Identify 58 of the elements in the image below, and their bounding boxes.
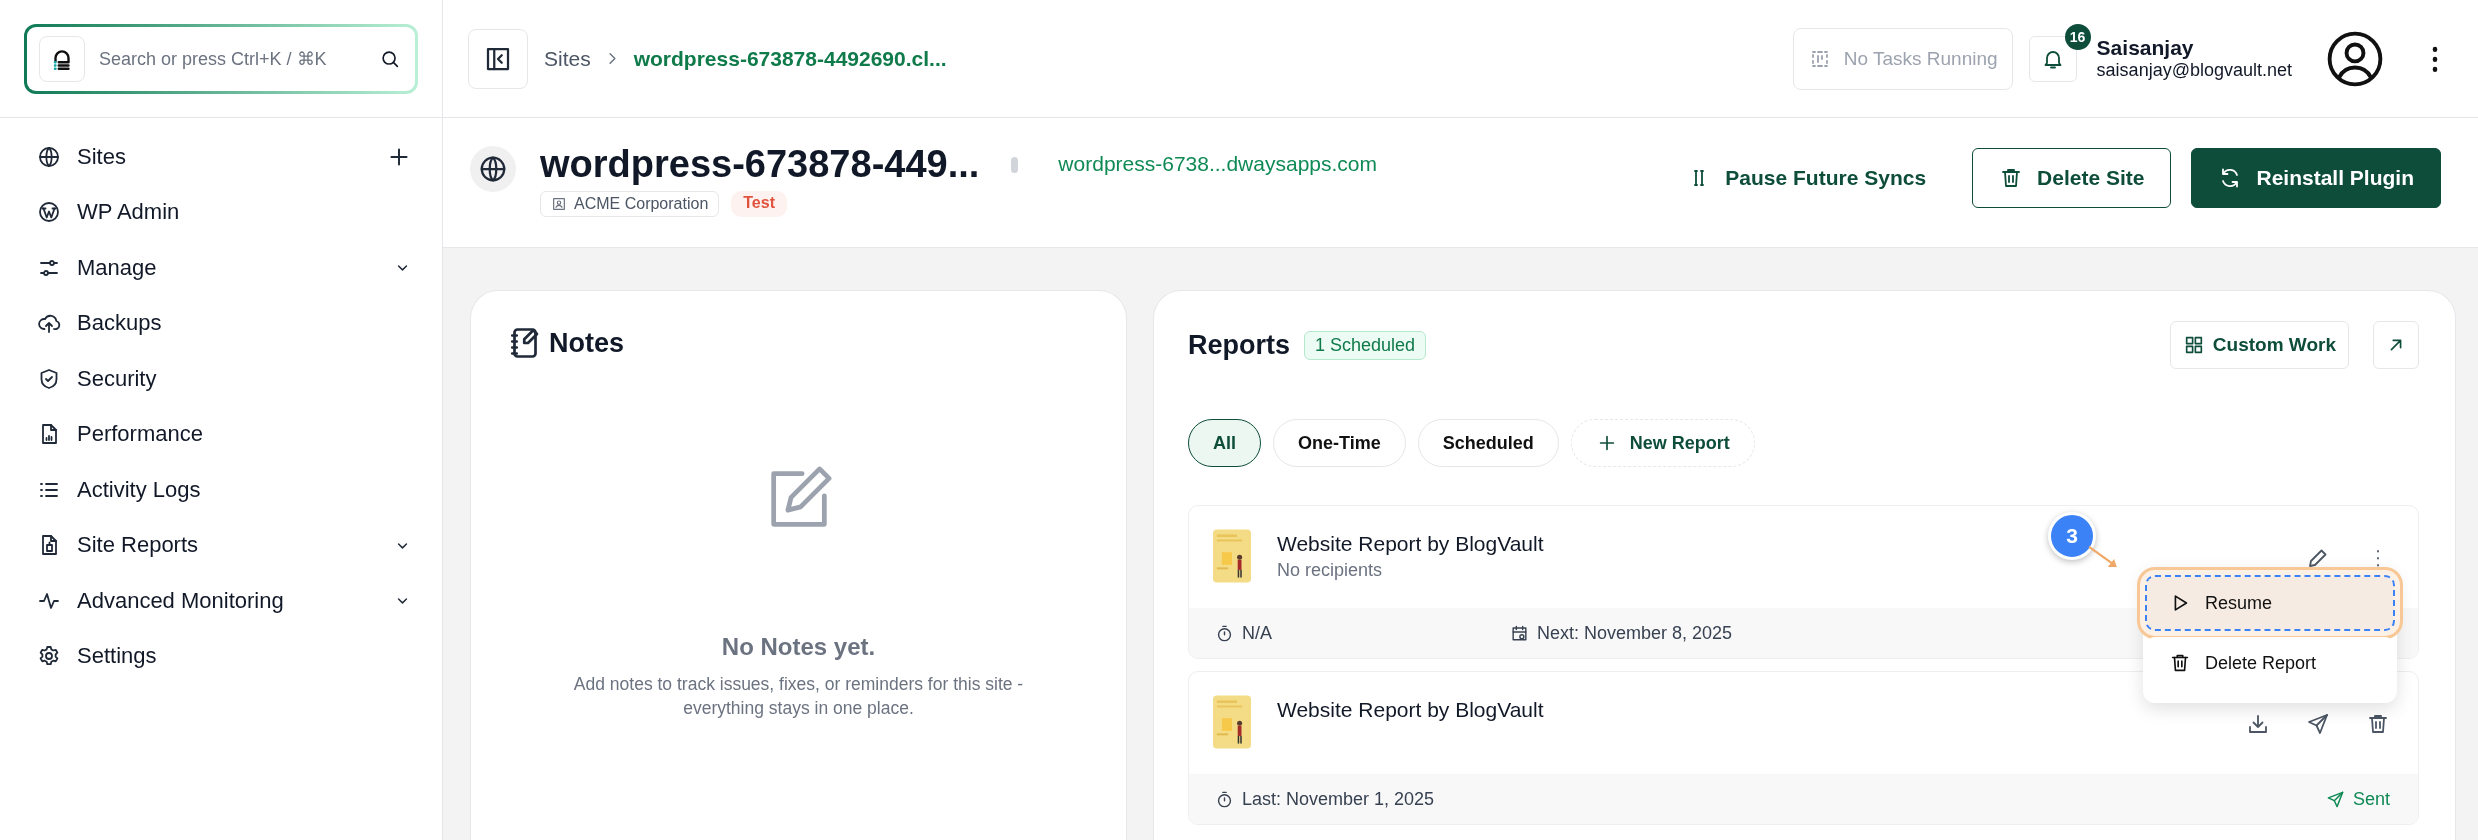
send-icon[interactable] xyxy=(2306,712,2330,736)
action-button[interactable]: Delete Site xyxy=(1972,147,2172,208)
user-name: Saisanjay xyxy=(2096,36,2195,60)
site-title: wordpress-673878-449... xyxy=(540,143,980,186)
notes-title: Notes xyxy=(549,327,624,359)
sidebar-item[interactable]: Site Reports xyxy=(37,517,412,573)
sidebar-item[interactable]: Security xyxy=(37,351,412,407)
step-badge: 3 xyxy=(2048,512,2096,560)
empty-description: Add notes to track issues, fixes, or reminders for this site - everything stays in one place. xyxy=(573,673,1024,720)
sidebar-item[interactable]: Advanced Monitoring xyxy=(37,573,412,629)
sidebar-item[interactable]: Settings xyxy=(37,628,412,684)
reports-title: Reports xyxy=(1188,329,1290,361)
sidebar-item[interactable]: Manage xyxy=(37,240,412,296)
report-date: N/A xyxy=(1242,622,1272,644)
action-button[interactable]: Pause Future Syncs xyxy=(1661,147,1953,208)
client-name: ACME Corporation xyxy=(574,195,709,214)
globe-icon xyxy=(37,144,61,169)
breadcrumb-link[interactable]: Sites xyxy=(544,46,591,71)
filter-tab[interactable]: All xyxy=(1188,419,1261,467)
sidebar-item[interactable]: Sites xyxy=(37,129,412,185)
empty-title: No Notes yet. xyxy=(721,633,876,661)
new-report-button[interactable]: New Report xyxy=(1570,419,1755,467)
report-title: Website Report by BlogVault xyxy=(1277,532,1544,556)
sidebar-item[interactable]: WP Admin xyxy=(37,184,412,240)
logo-icon xyxy=(39,36,85,82)
notification-count: 16 xyxy=(2064,23,2091,50)
action-button[interactable]: Reinstall Plugin xyxy=(2191,147,2441,208)
breadcrumb-link[interactable]: wordpress-673878-4492690.cl... xyxy=(633,46,947,71)
sidebar-item[interactable]: Performance xyxy=(37,406,412,462)
report-title: Website Report by BlogVault xyxy=(1277,698,1544,722)
filter-tab[interactable]: Scheduled xyxy=(1417,419,1559,467)
timer-icon xyxy=(1215,623,1234,643)
status-pill xyxy=(1011,156,1019,173)
sidebar-toggle-button[interactable] xyxy=(468,28,528,89)
search-icon[interactable] xyxy=(379,48,401,70)
custom-work-button[interactable]: Custom Work xyxy=(2169,321,2349,369)
trash-icon xyxy=(2169,652,2191,674)
id-badge-icon xyxy=(551,196,567,213)
site-url-link[interactable]: wordpress-6738...dwaysapps.com xyxy=(1058,152,1377,176)
sidebar-item[interactable]: Activity Logs xyxy=(37,462,412,518)
download-icon[interactable] xyxy=(2246,712,2270,736)
trash-icon[interactable] xyxy=(2366,712,2390,736)
report-date: Next: November 8, 2025 xyxy=(1537,622,1733,644)
report-recipients: No recipients xyxy=(1277,560,1384,581)
open-external-button[interactable] xyxy=(2373,321,2419,369)
timer-icon xyxy=(1215,789,1234,809)
filter-tab[interactable]: One-Time xyxy=(1273,419,1406,467)
avatar-icon[interactable] xyxy=(2326,29,2384,88)
user-email: saisanjay@blogvault.net xyxy=(2096,60,2292,81)
calendar-icon xyxy=(1510,623,1529,643)
report-date: Last: November 1, 2025 xyxy=(1242,788,1435,810)
report-status: Sent xyxy=(2352,788,2390,810)
environment-tag: Test xyxy=(731,191,787,218)
globe-icon xyxy=(470,146,516,192)
sidebar-item[interactable]: Backups xyxy=(37,295,412,351)
w-logo-icon xyxy=(37,200,61,225)
scheduled-badge: 1 Scheduled xyxy=(1304,330,1427,360)
send-icon xyxy=(2325,789,2345,809)
